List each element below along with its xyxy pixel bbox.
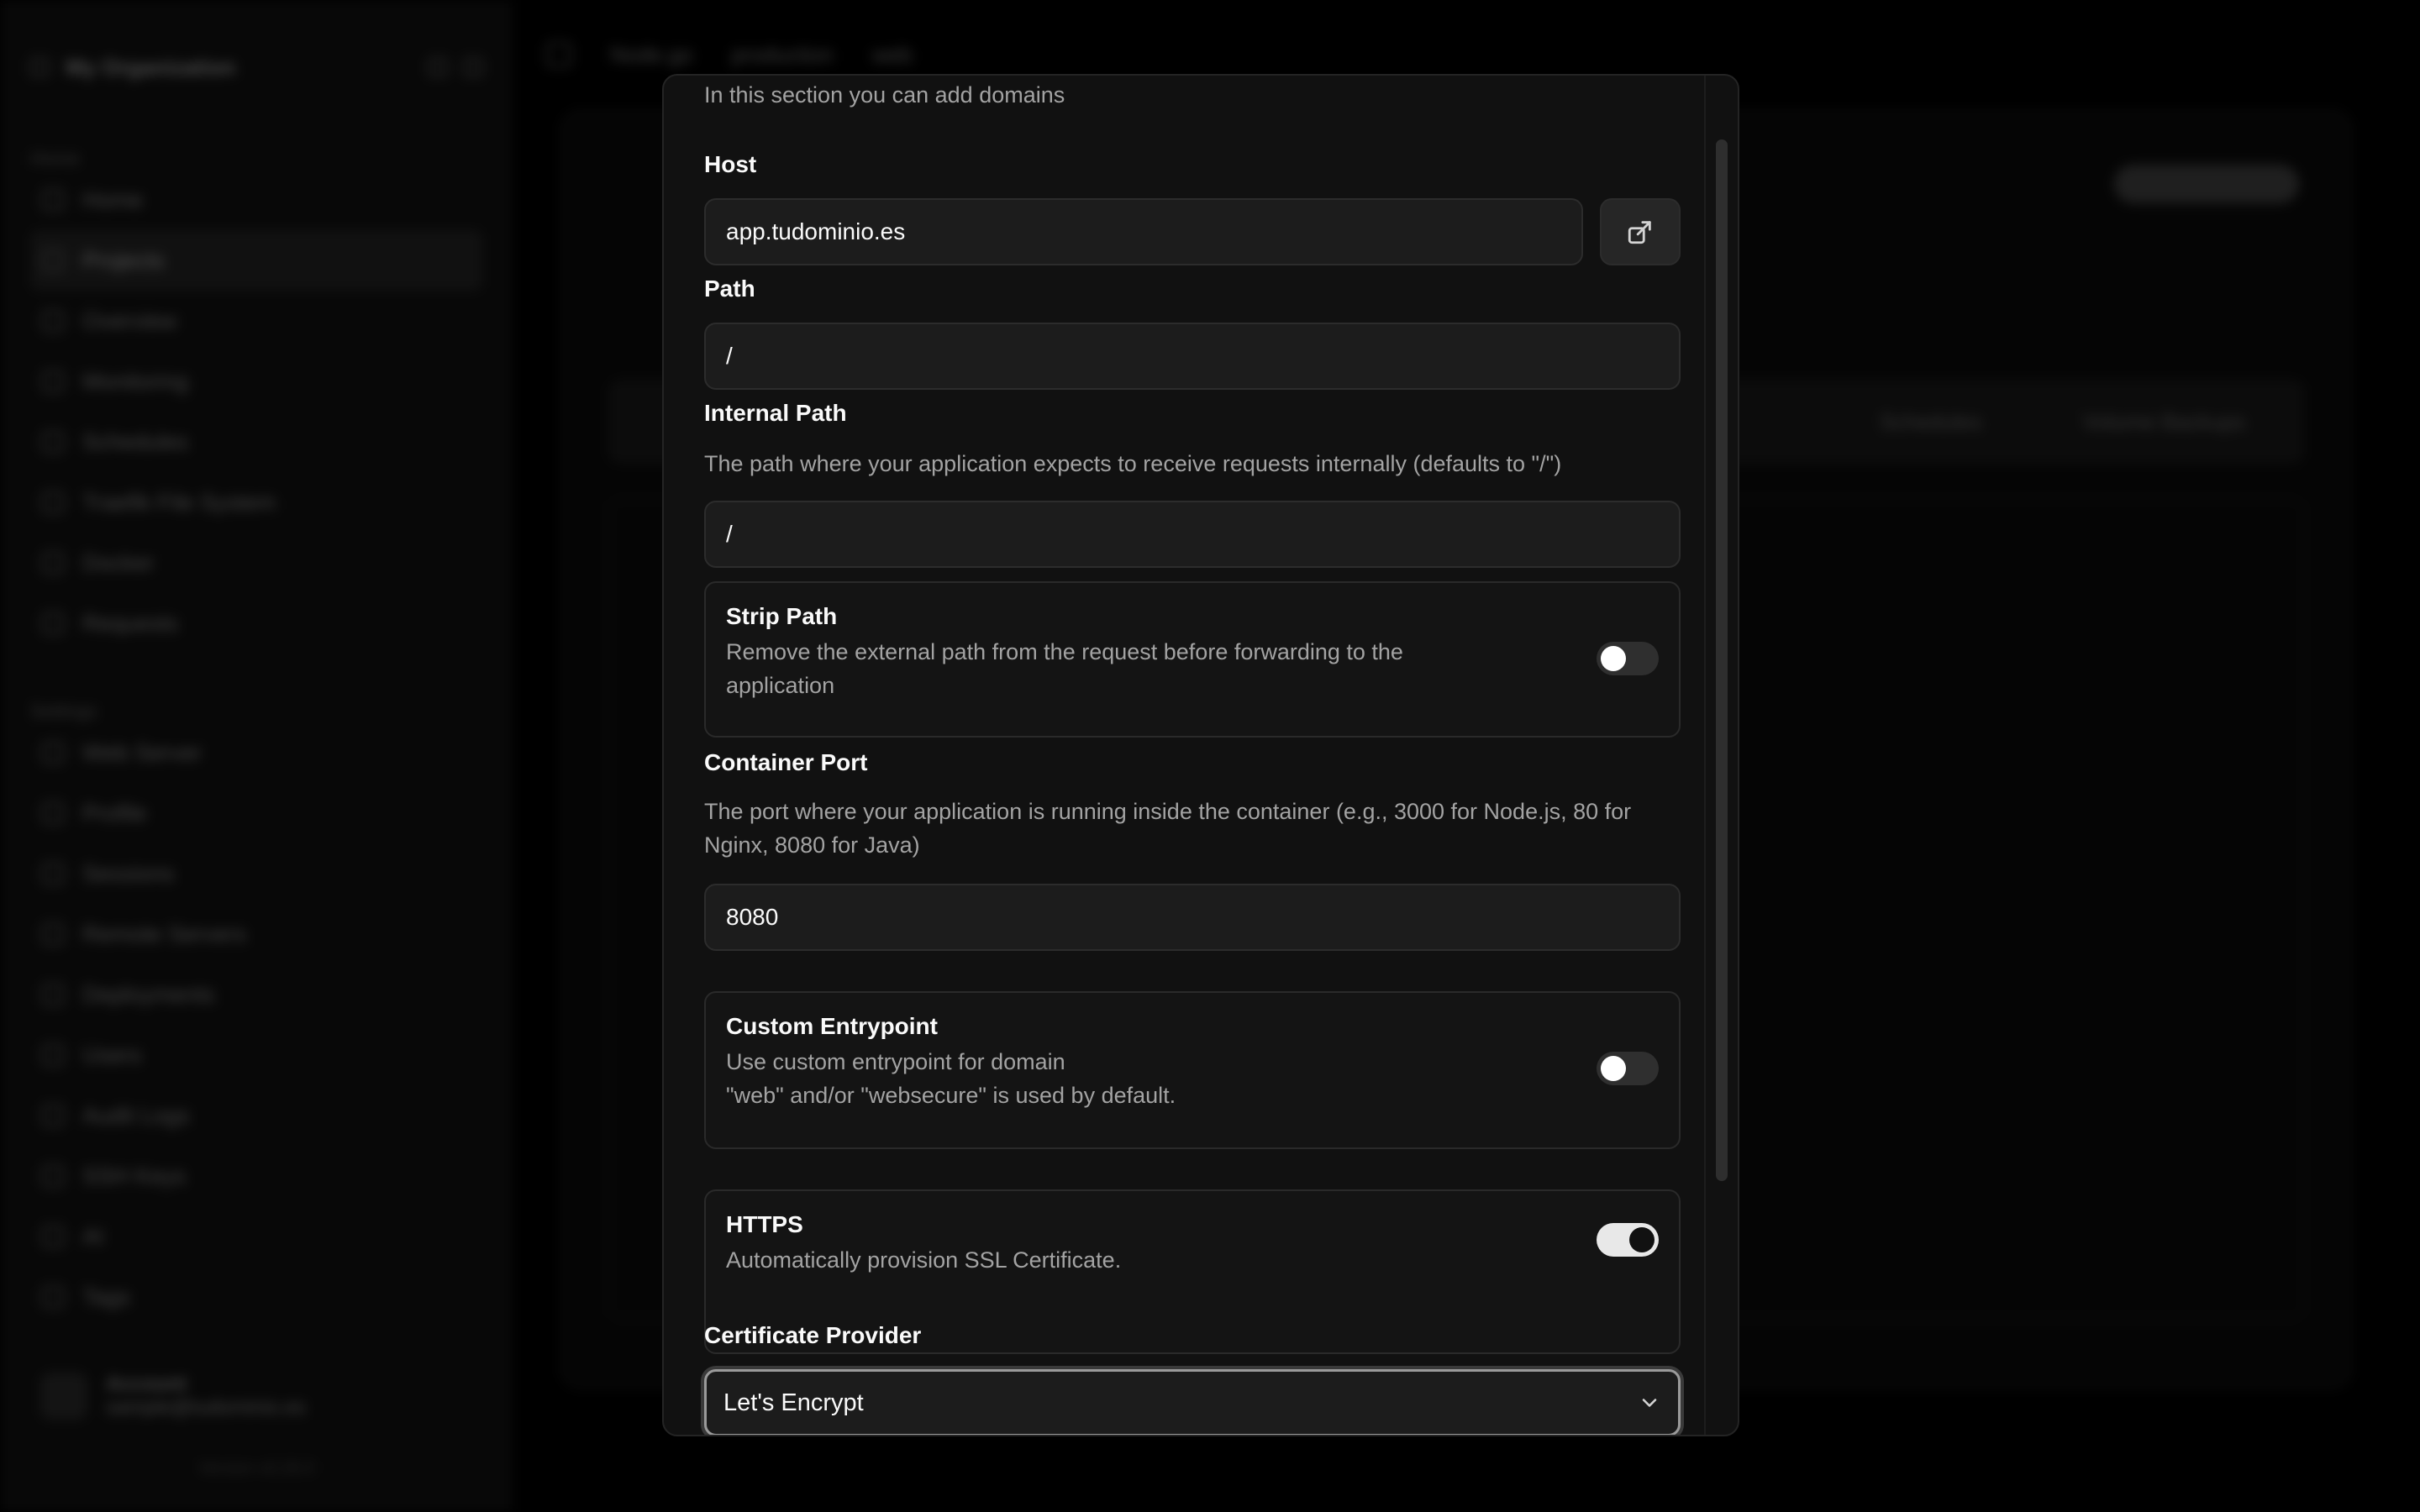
path-input[interactable]: / <box>704 323 1681 390</box>
internal-path-value: / <box>726 521 733 547</box>
custom-entrypoint-switch[interactable] <box>1597 1052 1659 1085</box>
custom-entrypoint-description-2: "web" and/or "websecure" is used by defa… <box>726 1083 1176 1108</box>
strip-path-description: Remove the external path from the reques… <box>726 639 1403 698</box>
https-switch[interactable] <box>1597 1223 1659 1257</box>
domain-dialog: In this section you can add domains Host… <box>662 74 1739 1436</box>
internal-path-label: Internal Path <box>704 400 847 426</box>
https-title: HTTPS <box>726 1211 803 1237</box>
scrollbar-thumb[interactable] <box>1716 139 1728 1181</box>
container-port-label: Container Port <box>704 749 868 775</box>
https-description: Automatically provision SSL Certificate. <box>726 1247 1122 1273</box>
external-link-icon <box>1628 221 1651 244</box>
certificate-provider-label: Certificate Provider <box>704 1322 922 1348</box>
custom-entrypoint-description-1: Use custom entrypoint for domain <box>726 1049 1065 1074</box>
host-label: Host <box>704 151 757 177</box>
dialog-scrollbar[interactable] <box>1704 76 1738 1435</box>
custom-entrypoint-card: Custom Entrypoint Use custom entrypoint … <box>704 991 1681 1149</box>
switch-knob <box>1601 1056 1626 1081</box>
path-label: Path <box>704 276 755 302</box>
internal-path-input[interactable]: / <box>704 501 1681 568</box>
dialog-content: In this section you can add domains Host… <box>664 76 1704 1435</box>
container-port-value: 8080 <box>726 904 779 930</box>
container-port-input[interactable]: 8080 <box>704 884 1681 951</box>
strip-path-switch[interactable] <box>1597 642 1659 675</box>
certificate-provider-value: Let's Encrypt <box>723 1389 864 1416</box>
host-input[interactable]: app.tudominio.es <box>704 198 1583 265</box>
switch-knob <box>1629 1227 1655 1252</box>
strip-path-card: Strip Path Remove the external path from… <box>704 581 1681 738</box>
internal-path-description: The path where your application expects … <box>704 451 1562 476</box>
certificate-provider-select[interactable]: Let's Encrypt <box>704 1369 1681 1435</box>
dialog-description: In this section you can add domains <box>704 82 1065 108</box>
path-value: / <box>726 343 733 369</box>
chevron-down-icon <box>1642 1399 1657 1407</box>
host-value: app.tudominio.es <box>726 218 906 244</box>
open-host-button[interactable] <box>1600 198 1681 265</box>
strip-path-title: Strip Path <box>726 603 838 629</box>
custom-entrypoint-title: Custom Entrypoint <box>726 1013 938 1039</box>
switch-knob <box>1601 646 1626 671</box>
container-port-description: The port where your application is runni… <box>704 799 1632 858</box>
